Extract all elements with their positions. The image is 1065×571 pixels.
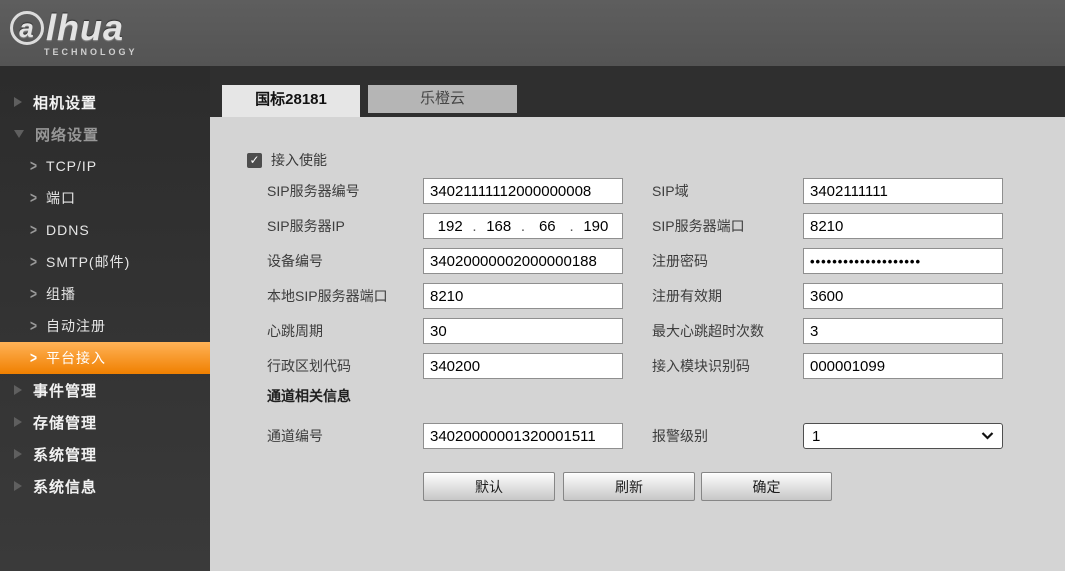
register-validity-label: 注册有效期: [652, 283, 722, 309]
tab-gb28181[interactable]: 国标28181: [222, 85, 360, 117]
sidebar: 相机设置 网络设置 > TCP/IP > 端口 > DDNS > SMTP(邮件…: [0, 66, 210, 571]
triangle-right-icon: [14, 417, 22, 427]
confirm-button[interactable]: 确定: [701, 472, 832, 501]
max-heartbeat-timeout-input[interactable]: [803, 318, 1003, 344]
sidebar-item-ddns[interactable]: > DDNS: [0, 214, 210, 246]
sidebar-item-camera-settings[interactable]: 相机设置: [0, 86, 210, 118]
default-button[interactable]: 默认: [423, 472, 555, 501]
chevron-right-icon: >: [30, 253, 37, 271]
alarm-level-label: 报警级别: [652, 423, 708, 449]
header: alhua TECHNOLOGY: [0, 0, 1065, 66]
sip-server-port-label: SIP服务器端口: [652, 213, 745, 239]
triangle-right-icon: [14, 449, 22, 459]
check-icon: ✓: [249, 153, 259, 167]
chevron-right-icon: >: [30, 189, 37, 207]
sidebar-item-smtp[interactable]: > SMTP(邮件): [0, 246, 210, 278]
dahua-logo-wordmark: alhua: [10, 10, 138, 46]
sidebar-item-port[interactable]: > 端口: [0, 182, 210, 214]
chevron-right-icon: >: [30, 349, 37, 367]
dahua-web-app: alhua TECHNOLOGY 相机设置 网络设置 > TCP/IP > 端口: [0, 0, 1065, 571]
sip-domain-input[interactable]: [803, 178, 1003, 204]
sidebar-item-platform-access[interactable]: > 平台接入: [0, 342, 210, 374]
sidebar-item-tcpip[interactable]: > TCP/IP: [0, 150, 210, 182]
max-heartbeat-timeout-label: 最大心跳超时次数: [652, 318, 764, 344]
dahua-logo: alhua TECHNOLOGY: [10, 10, 138, 57]
alarm-level-select[interactable]: 1: [803, 423, 1003, 449]
access-module-id-input[interactable]: [803, 353, 1003, 379]
device-id-label: 设备编号: [267, 248, 323, 274]
access-module-id-label: 接入模块识别码: [652, 353, 750, 379]
sip-server-number-input[interactable]: [423, 178, 623, 204]
chevron-right-icon: >: [30, 317, 37, 335]
chevron-down-icon: [981, 432, 994, 440]
heartbeat-period-input[interactable]: [423, 318, 623, 344]
tab-bar: 国标28181 乐橙云: [210, 66, 1065, 117]
admin-division-code-label: 行政区划代码: [267, 353, 351, 379]
triangle-right-icon: [14, 385, 22, 395]
heartbeat-period-label: 心跳周期: [267, 318, 323, 344]
sip-server-ip-input[interactable]: 192 . 168 . 66 . 190: [423, 213, 623, 239]
channel-number-label: 通道编号: [267, 423, 323, 449]
register-password-input[interactable]: [803, 248, 1003, 274]
sip-server-port-input[interactable]: [803, 213, 1003, 239]
enable-access-checkbox[interactable]: ✓: [247, 153, 262, 168]
sip-server-ip-label: SIP服务器IP: [267, 213, 345, 239]
sidebar-item-auto-register[interactable]: > 自动注册: [0, 310, 210, 342]
chevron-right-icon: >: [30, 285, 37, 303]
enable-access-label: 接入使能: [271, 150, 327, 170]
chevron-right-icon: >: [30, 221, 37, 239]
register-password-label: 注册密码: [652, 248, 708, 274]
tab-lechange-cloud[interactable]: 乐橙云: [368, 85, 517, 113]
local-sip-port-label: 本地SIP服务器端口: [267, 283, 388, 309]
channel-info-section-title: 通道相关信息: [267, 386, 351, 406]
sidebar-item-multicast[interactable]: > 组播: [0, 278, 210, 310]
sip-domain-label: SIP域: [652, 178, 689, 204]
dahua-logo-technology: TECHNOLOGY: [44, 48, 138, 57]
admin-division-code-input[interactable]: [423, 353, 623, 379]
channel-number-input[interactable]: [423, 423, 623, 449]
sidebar-item-event-management[interactable]: 事件管理: [0, 374, 210, 406]
chevron-right-icon: >: [30, 157, 37, 175]
register-validity-input[interactable]: [803, 283, 1003, 309]
triangle-right-icon: [14, 481, 22, 491]
alarm-level-value: 1: [812, 428, 820, 445]
local-sip-port-input[interactable]: [423, 283, 623, 309]
triangle-down-icon: [14, 130, 24, 138]
sidebar-item-system-management[interactable]: 系统管理: [0, 438, 210, 470]
sidebar-item-storage-management[interactable]: 存储管理: [0, 406, 210, 438]
device-id-input[interactable]: [423, 248, 623, 274]
dahua-logo-ring-icon: a: [10, 11, 44, 45]
refresh-button[interactable]: 刷新: [563, 472, 695, 501]
content-panel: ✓ 接入使能 SIP服务器编号 SIP域 SIP服务器IP 192 .: [210, 117, 1065, 571]
sidebar-item-network-settings[interactable]: 网络设置: [0, 118, 210, 150]
triangle-right-icon: [14, 97, 22, 107]
sip-server-number-label: SIP服务器编号: [267, 178, 360, 204]
sidebar-item-system-info[interactable]: 系统信息: [0, 470, 210, 502]
